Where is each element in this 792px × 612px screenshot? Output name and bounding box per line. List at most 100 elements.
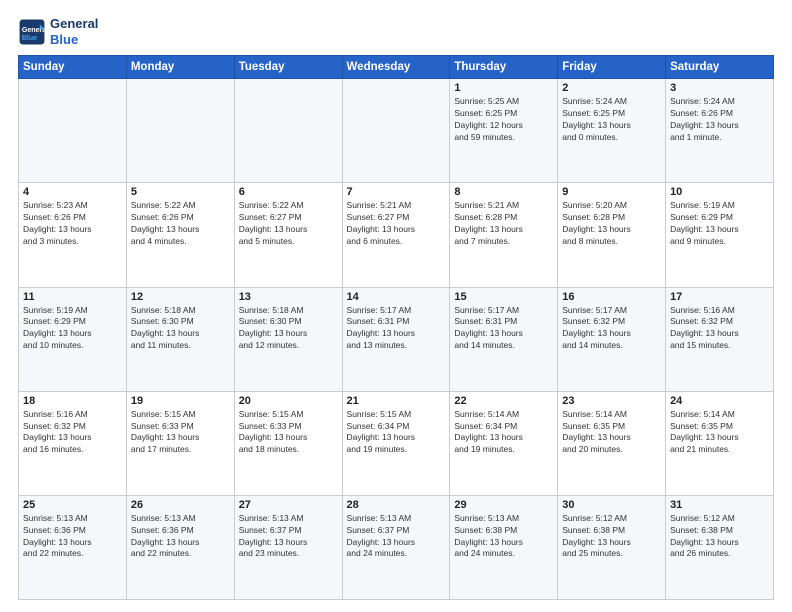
day-number: 28 bbox=[347, 499, 446, 511]
calendar-cell: 10 Sunrise: 5:19 AM Sunset: 6:29 PM Dayli… bbox=[666, 183, 774, 287]
day-number: 10 bbox=[670, 186, 769, 198]
day-number: 6 bbox=[239, 186, 338, 198]
calendar-cell: 8Sunrise: 5:21 AM Sunset: 6:28 PM Daylig… bbox=[450, 183, 558, 287]
day-info: Sunrise: 5:15 AM Sunset: 6:33 PM Dayligh… bbox=[131, 409, 230, 457]
svg-text:Blue: Blue bbox=[22, 34, 37, 41]
day-number: 5 bbox=[131, 186, 230, 198]
calendar-cell: 3Sunrise: 5:24 AM Sunset: 6:26 PM Daylig… bbox=[666, 79, 774, 183]
calendar-cell: 13 Sunrise: 5:18 AM Sunset: 6:30 PM Dayli… bbox=[234, 287, 342, 391]
day-number: 18 bbox=[23, 395, 122, 407]
day-number: 13 bbox=[239, 291, 338, 303]
logo-text-line1: General bbox=[50, 16, 98, 32]
day-info: Sunrise: 5:19 AM Sunset: 6:29 PM Dayligh… bbox=[23, 305, 122, 353]
day-info: Sunrise: 5:19 AM Sunset: 6:29 PM Dayligh… bbox=[670, 200, 769, 248]
header: General Blue General Blue bbox=[18, 16, 774, 47]
day-number: 29 bbox=[454, 499, 553, 511]
day-number: 22 bbox=[454, 395, 553, 407]
logo: General Blue General Blue bbox=[18, 16, 98, 47]
day-number: 4 bbox=[23, 186, 122, 198]
calendar-cell: 1 Sunrise: 5:25 AM Sunset: 6:25 PM Daylig… bbox=[450, 79, 558, 183]
day-info: Sunrise: 5:13 AM Sunset: 6:36 PM Dayligh… bbox=[23, 513, 122, 561]
day-number: 9 bbox=[562, 186, 661, 198]
day-number: 7 bbox=[347, 186, 446, 198]
calendar-cell: 16Sunrise: 5:17 AM Sunset: 6:32 PM Dayli… bbox=[558, 287, 666, 391]
weekday-header-thursday: Thursday bbox=[450, 56, 558, 79]
day-number: 20 bbox=[239, 395, 338, 407]
calendar-cell: 24Sunrise: 5:14 AM Sunset: 6:35 PM Dayli… bbox=[666, 391, 774, 495]
day-number: 3 bbox=[670, 82, 769, 94]
calendar-cell: 30 Sunrise: 5:12 AM Sunset: 6:38 PM Dayli… bbox=[558, 495, 666, 599]
weekday-header-row: SundayMondayTuesdayWednesdayThursdayFrid… bbox=[19, 56, 774, 79]
day-info: Sunrise: 5:25 AM Sunset: 6:25 PM Dayligh… bbox=[454, 96, 553, 144]
day-number: 14 bbox=[347, 291, 446, 303]
day-number: 21 bbox=[347, 395, 446, 407]
day-number: 24 bbox=[670, 395, 769, 407]
day-info: Sunrise: 5:14 AM Sunset: 6:34 PM Dayligh… bbox=[454, 409, 553, 457]
day-number: 12 bbox=[131, 291, 230, 303]
day-info: Sunrise: 5:13 AM Sunset: 6:37 PM Dayligh… bbox=[239, 513, 338, 561]
calendar-cell bbox=[19, 79, 127, 183]
day-info: Sunrise: 5:17 AM Sunset: 6:31 PM Dayligh… bbox=[454, 305, 553, 353]
day-number: 23 bbox=[562, 395, 661, 407]
calendar-cell: 7 Sunrise: 5:21 AM Sunset: 6:27 PM Daylig… bbox=[342, 183, 450, 287]
day-number: 25 bbox=[23, 499, 122, 511]
day-number: 11 bbox=[23, 291, 122, 303]
calendar-cell: 5 Sunrise: 5:22 AM Sunset: 6:26 PM Daylig… bbox=[126, 183, 234, 287]
calendar-week-row: 11 Sunrise: 5:19 AM Sunset: 6:29 PM Dayli… bbox=[19, 287, 774, 391]
weekday-header-saturday: Saturday bbox=[666, 56, 774, 79]
day-info: Sunrise: 5:15 AM Sunset: 6:34 PM Dayligh… bbox=[347, 409, 446, 457]
calendar-cell: 12Sunrise: 5:18 AM Sunset: 6:30 PM Dayli… bbox=[126, 287, 234, 391]
calendar-cell: 11 Sunrise: 5:19 AM Sunset: 6:29 PM Dayli… bbox=[19, 287, 127, 391]
logo-text-line2: Blue bbox=[50, 32, 98, 48]
day-number: 31 bbox=[670, 499, 769, 511]
day-info: Sunrise: 5:16 AM Sunset: 6:32 PM Dayligh… bbox=[23, 409, 122, 457]
day-number: 17 bbox=[670, 291, 769, 303]
day-info: Sunrise: 5:20 AM Sunset: 6:28 PM Dayligh… bbox=[562, 200, 661, 248]
calendar-cell bbox=[234, 79, 342, 183]
calendar-cell: 22 Sunrise: 5:14 AM Sunset: 6:34 PM Dayli… bbox=[450, 391, 558, 495]
day-info: Sunrise: 5:13 AM Sunset: 6:36 PM Dayligh… bbox=[131, 513, 230, 561]
calendar-cell: 29 Sunrise: 5:13 AM Sunset: 6:38 PM Dayli… bbox=[450, 495, 558, 599]
day-info: Sunrise: 5:21 AM Sunset: 6:27 PM Dayligh… bbox=[347, 200, 446, 248]
calendar-week-row: 18 Sunrise: 5:16 AM Sunset: 6:32 PM Dayli… bbox=[19, 391, 774, 495]
calendar-week-row: 25 Sunrise: 5:13 AM Sunset: 6:36 PM Dayli… bbox=[19, 495, 774, 599]
calendar-cell: 23 Sunrise: 5:14 AM Sunset: 6:35 PM Dayli… bbox=[558, 391, 666, 495]
calendar-cell bbox=[342, 79, 450, 183]
day-number: 15 bbox=[454, 291, 553, 303]
day-info: Sunrise: 5:23 AM Sunset: 6:26 PM Dayligh… bbox=[23, 200, 122, 248]
day-info: Sunrise: 5:14 AM Sunset: 6:35 PM Dayligh… bbox=[562, 409, 661, 457]
day-info: Sunrise: 5:18 AM Sunset: 6:30 PM Dayligh… bbox=[239, 305, 338, 353]
calendar-cell: 31 Sunrise: 5:12 AM Sunset: 6:38 PM Dayli… bbox=[666, 495, 774, 599]
calendar-cell: 4 Sunrise: 5:23 AM Sunset: 6:26 PM Daylig… bbox=[19, 183, 127, 287]
day-info: Sunrise: 5:22 AM Sunset: 6:26 PM Dayligh… bbox=[131, 200, 230, 248]
day-number: 19 bbox=[131, 395, 230, 407]
calendar-cell: 2Sunrise: 5:24 AM Sunset: 6:25 PM Daylig… bbox=[558, 79, 666, 183]
calendar-cell: 18 Sunrise: 5:16 AM Sunset: 6:32 PM Dayli… bbox=[19, 391, 127, 495]
calendar-cell: 15 Sunrise: 5:17 AM Sunset: 6:31 PM Dayli… bbox=[450, 287, 558, 391]
weekday-header-tuesday: Tuesday bbox=[234, 56, 342, 79]
calendar-week-row: 1 Sunrise: 5:25 AM Sunset: 6:25 PM Daylig… bbox=[19, 79, 774, 183]
day-info: Sunrise: 5:12 AM Sunset: 6:38 PM Dayligh… bbox=[562, 513, 661, 561]
day-info: Sunrise: 5:13 AM Sunset: 6:37 PM Dayligh… bbox=[347, 513, 446, 561]
calendar-cell: 9 Sunrise: 5:20 AM Sunset: 6:28 PM Daylig… bbox=[558, 183, 666, 287]
day-number: 30 bbox=[562, 499, 661, 511]
day-info: Sunrise: 5:12 AM Sunset: 6:38 PM Dayligh… bbox=[670, 513, 769, 561]
weekday-header-monday: Monday bbox=[126, 56, 234, 79]
day-number: 8 bbox=[454, 186, 553, 198]
day-info: Sunrise: 5:16 AM Sunset: 6:32 PM Dayligh… bbox=[670, 305, 769, 353]
calendar-cell: 14 Sunrise: 5:17 AM Sunset: 6:31 PM Dayli… bbox=[342, 287, 450, 391]
page: General Blue General Blue SundayMondayTu… bbox=[0, 0, 792, 612]
day-info: Sunrise: 5:17 AM Sunset: 6:31 PM Dayligh… bbox=[347, 305, 446, 353]
day-info: Sunrise: 5:24 AM Sunset: 6:25 PM Dayligh… bbox=[562, 96, 661, 144]
day-info: Sunrise: 5:22 AM Sunset: 6:27 PM Dayligh… bbox=[239, 200, 338, 248]
calendar-table: SundayMondayTuesdayWednesdayThursdayFrid… bbox=[18, 55, 774, 600]
calendar-cell: 20Sunrise: 5:15 AM Sunset: 6:33 PM Dayli… bbox=[234, 391, 342, 495]
calendar-cell: 6 Sunrise: 5:22 AM Sunset: 6:27 PM Daylig… bbox=[234, 183, 342, 287]
day-info: Sunrise: 5:17 AM Sunset: 6:32 PM Dayligh… bbox=[562, 305, 661, 353]
logo-icon: General Blue bbox=[18, 18, 46, 46]
calendar-week-row: 4 Sunrise: 5:23 AM Sunset: 6:26 PM Daylig… bbox=[19, 183, 774, 287]
weekday-header-wednesday: Wednesday bbox=[342, 56, 450, 79]
day-number: 1 bbox=[454, 82, 553, 94]
day-info: Sunrise: 5:13 AM Sunset: 6:38 PM Dayligh… bbox=[454, 513, 553, 561]
weekday-header-sunday: Sunday bbox=[19, 56, 127, 79]
